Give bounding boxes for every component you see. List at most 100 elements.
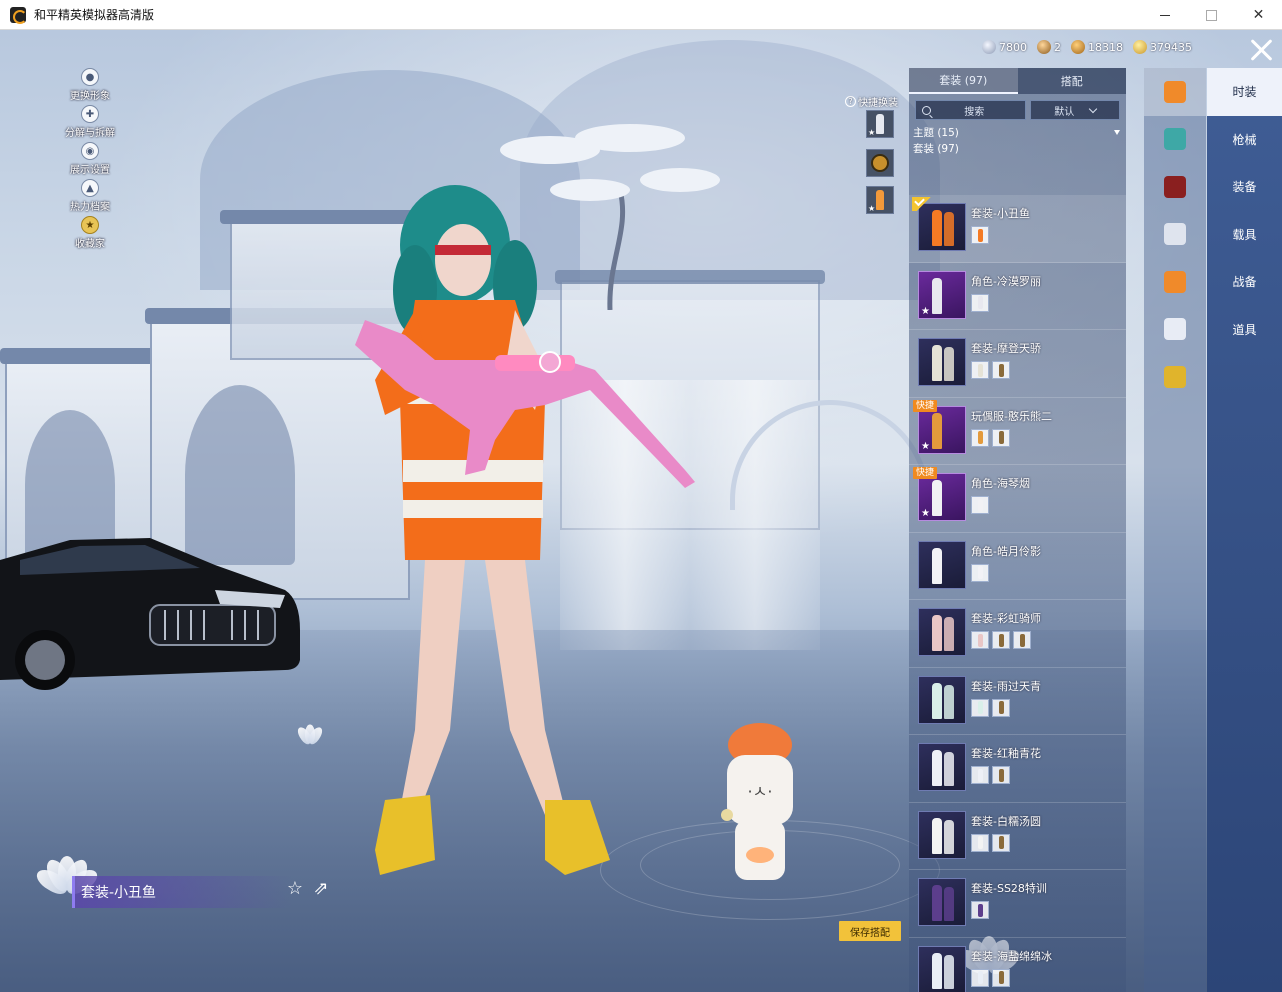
outfit-thumbnail <box>918 945 966 992</box>
part-figure <box>977 228 983 242</box>
eye-icon: ◉ <box>81 142 99 160</box>
outfit-part-icon[interactable] <box>971 226 989 244</box>
category-tab[interactable]: 载具 <box>1207 211 1282 259</box>
outfit-part-icon[interactable] <box>992 631 1010 649</box>
star-icon: ★ <box>921 508 930 519</box>
collector-badge-icon: ★ <box>81 216 99 234</box>
outfit-part-icon[interactable] <box>1013 631 1031 649</box>
outfit-part-icon[interactable] <box>971 428 989 447</box>
outfit-part-icon[interactable] <box>971 293 989 312</box>
outfit-item[interactable]: 套装-彩虹骑师 <box>909 600 1126 668</box>
quick-slot[interactable]: ★ <box>866 110 894 138</box>
category-tab[interactable]: 时装 <box>1207 68 1282 116</box>
outfit-part-icon[interactable] <box>992 361 1010 379</box>
app-logo-icon <box>10 6 27 24</box>
outfit-thumbnail <box>918 878 966 926</box>
character-figure <box>944 347 954 381</box>
category-tab[interactable]: 战备 <box>1207 258 1282 306</box>
outfit-item[interactable]: 套装-摩登天骄 <box>909 330 1126 398</box>
outfit-part-icon[interactable] <box>971 968 989 987</box>
outfit-parts <box>971 563 989 582</box>
quick-slot[interactable] <box>866 149 894 177</box>
part-figure <box>998 768 1004 782</box>
outfit-item[interactable]: 套装-红釉青花 <box>909 735 1126 803</box>
heat-archive-button[interactable]: ▲ 热力档案 <box>55 179 125 216</box>
collector-button[interactable]: ★ 收藏家 <box>55 216 125 253</box>
character-figure <box>944 617 954 651</box>
category-icon-button[interactable] <box>1144 353 1206 401</box>
character-figure <box>932 682 942 719</box>
avatar-icon: ● <box>81 68 99 86</box>
outfit-part-icon[interactable] <box>971 496 989 514</box>
outfit-count: 套装 (97) <box>913 143 959 155</box>
category-icon-button[interactable] <box>1144 258 1206 306</box>
outfit-part-icon[interactable] <box>971 698 989 717</box>
outfit-part-icon[interactable] <box>971 361 989 379</box>
outfit-name: 角色-海琴烟 <box>971 477 1030 490</box>
outfit-list: 套装-小丑鱼 ★ 角色-冷漠罗丽 套装-摩登天骄 ★ 快捷 玩偶服-憨乐熊二 ★ 快捷 角色-海琴… <box>909 195 1126 992</box>
part-figure <box>977 701 983 714</box>
search-row: 搜索 默认 <box>915 100 1120 120</box>
outfit-part-icon[interactable] <box>992 968 1010 987</box>
tab-outfits[interactable]: 套装 (97) <box>909 68 1018 94</box>
outfit-item[interactable]: 角色-皓月伶影 <box>909 533 1126 600</box>
quick-slot[interactable]: ★ <box>866 186 894 214</box>
chevron-down-icon <box>1088 104 1098 113</box>
category-tab[interactable]: 枪械 <box>1207 116 1282 164</box>
outfit-item[interactable]: ★ 快捷 玩偶服-憨乐熊二 <box>909 398 1126 465</box>
outfit-part-icon[interactable] <box>992 698 1010 717</box>
outfit-item[interactable]: ★ 角色-冷漠罗丽 <box>909 263 1126 330</box>
outfit-item[interactable]: ★ 快捷 角色-海琴烟 <box>909 465 1126 533</box>
window-close-button[interactable]: ✕ <box>1235 0 1282 30</box>
quick-switch-label[interactable]: ? 快捷换装 <box>845 94 898 109</box>
dismantle-button[interactable]: ✚ 分解与拆解 <box>55 105 125 142</box>
display-settings-button[interactable]: ◉ 展示设置 <box>55 142 125 179</box>
outfit-name: 套装-SS28特训 <box>971 882 1047 895</box>
sort-label: 默认 <box>1054 106 1075 118</box>
star-icon: ★ <box>868 204 876 213</box>
window-title: 和平精英模拟器高清版 <box>34 8 155 22</box>
outfit-part-icon[interactable] <box>971 631 989 649</box>
category-tab[interactable]: 道具 <box>1207 306 1282 354</box>
outfit-item[interactable]: 套装-SS28特训 <box>909 870 1126 938</box>
share-icon[interactable]: ⇗ <box>311 879 331 899</box>
category-icon-button[interactable] <box>1144 68 1206 116</box>
search-input[interactable]: 搜索 <box>915 100 1027 120</box>
save-combo-button[interactable]: 保存搭配 <box>839 921 901 941</box>
category-icon-button[interactable] <box>1144 163 1206 211</box>
change-avatar-button[interactable]: ● 更换形象 <box>55 68 125 105</box>
outfit-part-icon[interactable] <box>992 766 1010 784</box>
category-icon-button[interactable] <box>1144 211 1206 259</box>
help-icon[interactable]: ? <box>845 96 856 107</box>
maximize-button[interactable] <box>1188 0 1235 30</box>
category-icon-button[interactable] <box>1144 306 1206 354</box>
character-figure <box>944 212 954 246</box>
current-outfit-banner: 套装-小丑鱼 <box>72 876 292 908</box>
outfit-part-icon[interactable] <box>992 833 1010 852</box>
outfit-item[interactable]: 套装-海盐绵绵冰 <box>909 938 1126 992</box>
outfit-item[interactable]: 套装-小丑鱼 <box>909 195 1126 263</box>
character-figure <box>932 952 942 989</box>
close-icon[interactable] <box>1247 36 1275 64</box>
bronze-badge-icon <box>1037 40 1051 54</box>
tab-combos[interactable]: 搭配 <box>1018 68 1127 94</box>
outfit-item[interactable]: 套装-雨过天青 <box>909 668 1126 735</box>
pet-companion: ·ㅅ· <box>721 723 793 880</box>
favorite-icon[interactable]: ☆ <box>285 879 305 899</box>
outfit-part-icon[interactable] <box>971 901 989 919</box>
currency-value: 2 <box>1054 40 1061 54</box>
outfit-thumbnail <box>918 338 966 386</box>
currency-gold: 379435 <box>1133 40 1192 54</box>
outfit-item[interactable]: 套装-白糯汤圆 <box>909 803 1126 870</box>
theme-filter[interactable]: 主题 (15) <box>909 125 1126 139</box>
search-placeholder: 搜索 <box>964 106 985 118</box>
category-tab[interactable]: 装备 <box>1207 163 1282 211</box>
category-icon-button[interactable] <box>1144 116 1206 164</box>
outfit-part-icon[interactable] <box>971 766 989 784</box>
currency-bar: 7800 2 18318 379435 <box>982 40 1192 54</box>
outfit-part-icon[interactable] <box>971 833 989 852</box>
minimize-button[interactable] <box>1141 0 1188 30</box>
outfit-part-icon[interactable] <box>992 428 1010 447</box>
outfit-part-icon[interactable] <box>971 563 989 582</box>
sort-dropdown[interactable]: 默认 <box>1030 100 1120 120</box>
